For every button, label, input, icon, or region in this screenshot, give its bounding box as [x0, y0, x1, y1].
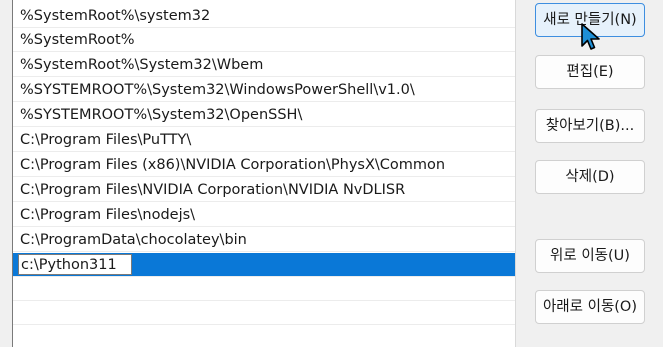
empty-list-row	[13, 301, 515, 325]
list-item-selected[interactable]	[13, 253, 515, 277]
move-up-button[interactable]: 위로 이동(U)	[535, 239, 645, 273]
list-item[interactable]: C:\Program Files (x86)\NVIDIA Corporatio…	[13, 153, 515, 177]
list-item[interactable]: %SYSTEMROOT%\System32\WindowsPowerShell\…	[13, 78, 515, 102]
list-item[interactable]: %SYSTEMROOT%\System32\OpenSSH\	[13, 103, 515, 127]
list-item[interactable]: C:\Program Files\NVIDIA Corporation\NVID…	[13, 178, 515, 202]
move-down-button[interactable]: 아래로 이동(O)	[535, 290, 645, 324]
path-list[interactable]: %SystemRoot%\system32 %SystemRoot% %Syst…	[12, 0, 516, 347]
delete-button[interactable]: 삭제(D)	[535, 160, 645, 194]
edit-button[interactable]: 편집(E)	[535, 55, 645, 89]
list-item[interactable]: C:\Program Files\PuTTY\	[13, 128, 515, 152]
list-item[interactable]: C:\Program Files\nodejs\	[13, 203, 515, 227]
edit-environment-variable-dialog: %SystemRoot%\system32 %SystemRoot% %Syst…	[0, 0, 663, 347]
list-item[interactable]: %SystemRoot%	[13, 28, 515, 52]
list-item[interactable]: %SystemRoot%\system32	[13, 4, 515, 28]
empty-list-row	[13, 325, 515, 347]
list-item[interactable]: C:\ProgramData\chocolatey\bin	[13, 228, 515, 252]
empty-list-row	[13, 277, 515, 301]
browse-button[interactable]: 찾아보기(B)...	[535, 109, 645, 143]
list-item[interactable]: %SystemRoot%\System32\Wbem	[13, 53, 515, 77]
mouse-pointer-icon	[581, 23, 600, 50]
path-edit-input[interactable]	[18, 254, 132, 275]
